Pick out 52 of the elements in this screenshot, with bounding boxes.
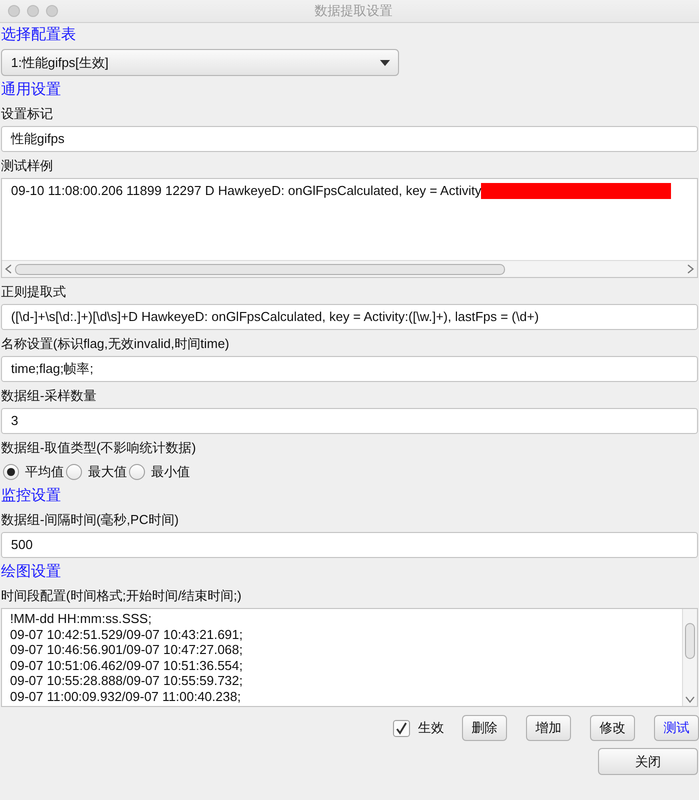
window-minimize-button[interactable] xyxy=(27,5,39,17)
sample-text: 09-10 11:08:00.206 11899 12297 D HawkeyeD: onGlFpsCalculated, key = Activity xyxy=(11,182,482,200)
window-zoom-button[interactable] xyxy=(46,5,58,17)
text-field[interactable]: 500 xyxy=(1,532,698,558)
text-line: 09-07 10:55:28.888/09-07 10:55:59.732; xyxy=(10,673,243,689)
window-title: 数据提取设置 xyxy=(314,2,394,20)
radio-label: 最小值 xyxy=(151,463,190,481)
radio-button[interactable] xyxy=(129,464,145,480)
dropdown-caret-icon xyxy=(380,60,390,66)
test-button[interactable]: 测试 xyxy=(654,715,699,741)
close-button[interactable]: 关闭 xyxy=(598,748,698,775)
field-label: 数据组-间隔时间(毫秒,PC时间) xyxy=(1,511,179,529)
text-line: 09-07 11:00:09.932/09-07 11:00:40.238; xyxy=(10,688,241,705)
section-heading: 绘图设置 xyxy=(1,562,61,582)
config-dropdown[interactable]: 1:性能gifps[生效] xyxy=(1,49,399,76)
field-label: 数据组-采样数量 xyxy=(1,387,96,405)
field-label: 数据组-取值类型(不影响统计数据) xyxy=(1,439,196,457)
action-button[interactable]: 删除 xyxy=(462,715,507,741)
scroll-down-icon[interactable] xyxy=(685,696,695,703)
action-button[interactable]: 增加 xyxy=(526,715,571,741)
text-line: 09-07 10:51:06.462/09-07 10:51:36.554; xyxy=(10,658,243,674)
text-line: 09-07 10:46:56.901/09-07 10:47:27.068; xyxy=(10,642,243,658)
scrollbar-thumb[interactable] xyxy=(15,264,505,274)
scroll-left-icon[interactable] xyxy=(5,264,12,274)
scrollbar-thumb[interactable] xyxy=(685,623,695,659)
text-field[interactable]: 3 xyxy=(1,408,698,434)
sample-text-box[interactable]: 09-10 11:08:00.206 11899 12297 D HawkeyeD: onGlFpsCalculated, key = Activity xyxy=(1,178,698,278)
text-line: 09-07 10:42:51.529/09-07 10:43:21.691; xyxy=(10,626,243,642)
field-label: 测试样例 xyxy=(1,157,53,175)
field-label: 设置标记 xyxy=(1,105,53,123)
time-range-text-area[interactable] xyxy=(1,608,698,707)
action-button[interactable]: 修改 xyxy=(590,715,635,741)
radio-button[interactable] xyxy=(3,464,19,480)
field-label: 时间段配置(时间格式;开始时间/结束时间;) xyxy=(1,587,242,605)
field-label: 名称设置(标识flag,无效invalid,时间time) xyxy=(1,335,230,353)
section-heading: 监控设置 xyxy=(1,486,61,506)
vertical-scrollbar[interactable] xyxy=(682,609,697,706)
checkbox-label: 生效 xyxy=(418,719,444,737)
text-line: !MM-dd HH:mm:ss.SSS; xyxy=(10,611,152,627)
section-heading: 选择配置表 xyxy=(1,25,76,45)
text-field[interactable]: time;flag;帧率; xyxy=(1,356,698,382)
window-close-button[interactable] xyxy=(8,5,20,17)
radio-label: 最大值 xyxy=(88,463,127,481)
enabled-checkbox[interactable] xyxy=(393,720,410,736)
text-field[interactable]: ([\d-]+\s[\d:.]+)[\d\s]+D HawkeyeD: onGlFpsCalculated, key = Activity:([\w.]+), lastFps = (\d+) xyxy=(1,304,698,330)
horizontal-scrollbar[interactable] xyxy=(2,260,697,277)
radio-label: 平均值 xyxy=(25,463,64,481)
scroll-right-icon[interactable] xyxy=(687,264,694,274)
field-label: 正则提取式 xyxy=(1,283,66,301)
section-heading: 通用设置 xyxy=(1,80,61,100)
text-field[interactable]: 性能gifps xyxy=(1,126,698,152)
radio-button[interactable] xyxy=(66,464,82,480)
